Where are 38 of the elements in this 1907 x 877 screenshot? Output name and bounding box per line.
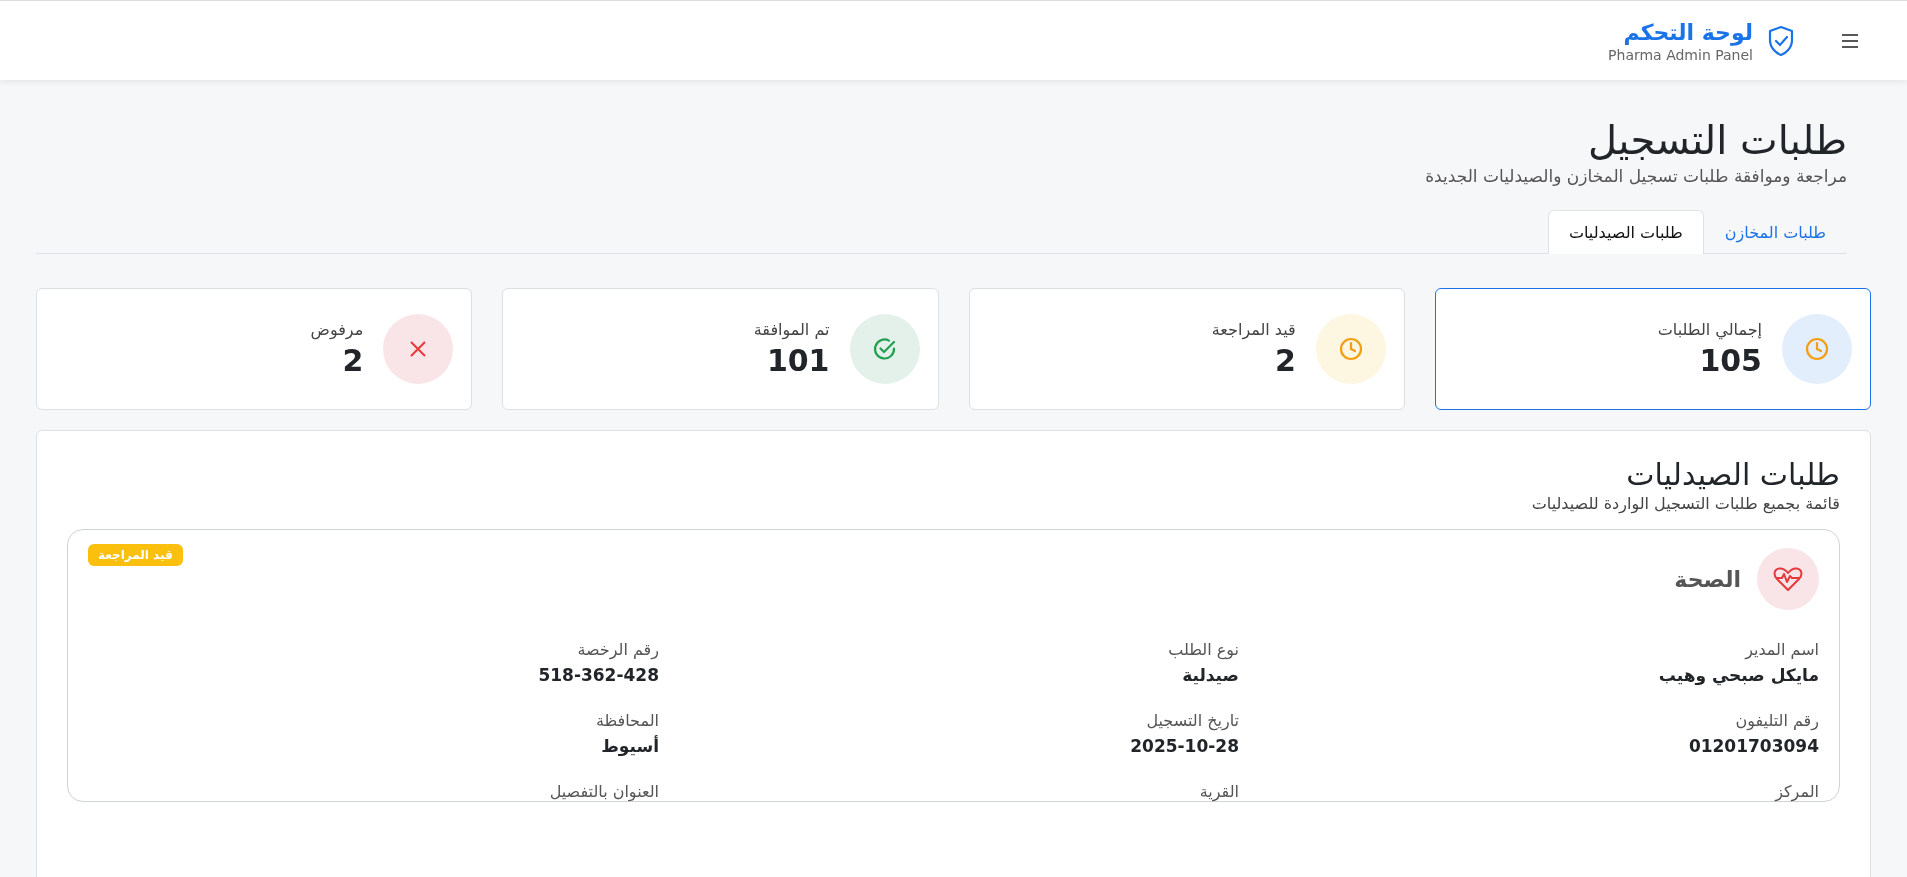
field-label: العنوان بالتفصيل <box>548 782 659 801</box>
pharmacy-name: الصحة <box>1674 566 1741 592</box>
tab[interactable]: طلبات الصيدليات <box>1547 210 1704 254</box>
field-label: المركز <box>1773 782 1819 801</box>
stat-value: 2 <box>1273 343 1296 378</box>
field-label: القرية <box>1198 782 1239 801</box>
field-value: 2025-10-28 <box>1129 736 1239 756</box>
clock-icon <box>1337 336 1364 362</box>
field-value: 01201703094 <box>1687 736 1819 756</box>
field-value: أسيوط <box>600 736 659 756</box>
stat-label: تم الموافقة <box>753 320 830 339</box>
section-subtitle: قائمة بجميع طلبات التسجيل الواردة للصيدليات <box>1530 494 1840 513</box>
stat-value: 105 <box>1698 343 1762 378</box>
page-subtitle: مراجعة وموافقة طلبات تسجيل المخازن والصيدليات الجديدة <box>1424 166 1847 186</box>
field-label: تاريخ التسجيل <box>1145 711 1239 730</box>
field-label: رقم التليفون <box>1734 711 1819 730</box>
stat-value: 101 <box>765 343 830 378</box>
check-circle-icon <box>871 336 898 362</box>
field-label: نوع الطلب <box>1167 640 1239 659</box>
field-label: رقم الرخصة <box>576 640 659 659</box>
menu-icon[interactable] <box>1841 33 1859 48</box>
status-badge: قيد المراجعة <box>88 544 183 566</box>
clock-icon <box>1804 336 1830 362</box>
stat-label: إجمالي الطلبات <box>1657 320 1762 339</box>
tab[interactable]: طلبات المخازن <box>1703 210 1847 254</box>
field-value: 518-362-428 <box>537 665 659 685</box>
app-title: لوحة التحكم <box>1623 18 1753 47</box>
stat-value: 2 <box>341 343 364 378</box>
field-value: صيدلية <box>1181 665 1239 685</box>
field-label: المحافظة <box>594 711 659 730</box>
field-label: اسم المدير <box>1743 640 1819 659</box>
shield-check-icon <box>1767 24 1795 57</box>
field-value: مايكل صبحي وهيب <box>1657 665 1819 685</box>
section-title: طلبات الصيدليات <box>1625 457 1840 492</box>
stat-label: قيد المراجعة <box>1211 320 1296 339</box>
page-title: طلبات التسجيل <box>1587 116 1847 164</box>
stat-label: مرفوض <box>310 320 364 339</box>
app-subtitle: Pharma Admin Panel <box>1608 46 1753 63</box>
